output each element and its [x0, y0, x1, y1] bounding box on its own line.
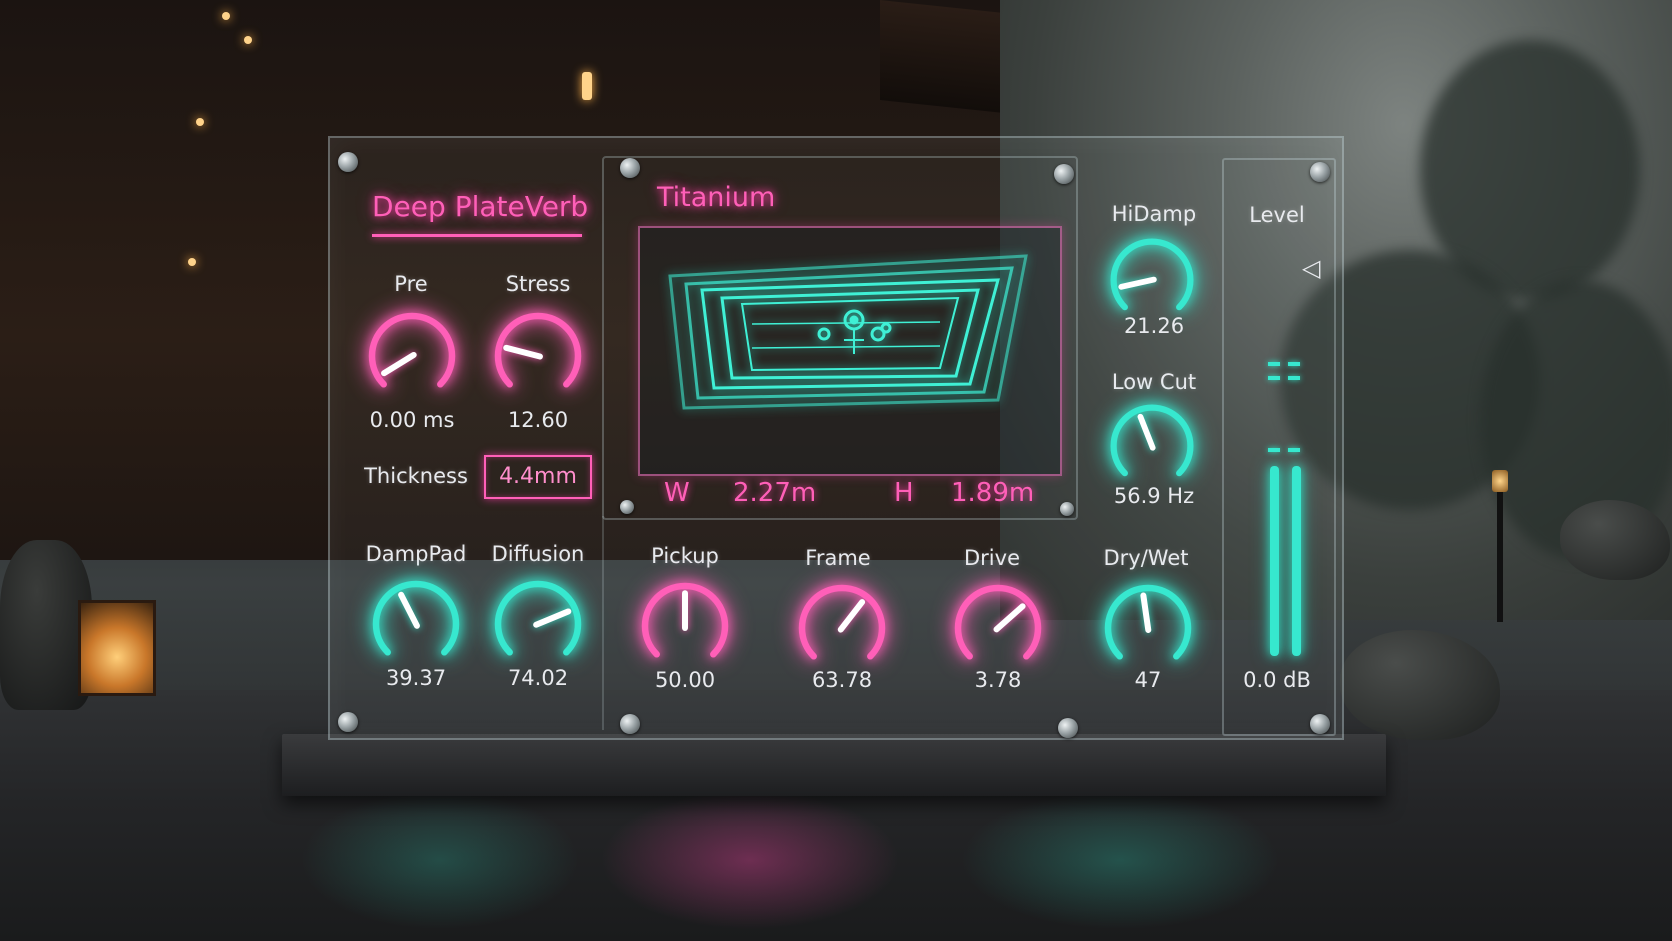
plugin-title: Deep PlateVerb — [372, 190, 589, 223]
damppad-knob[interactable] — [366, 574, 466, 674]
meter-tick — [1268, 362, 1280, 366]
knob-pointer — [837, 599, 866, 633]
meter-tick — [1288, 362, 1300, 366]
knob-pointer — [1118, 276, 1157, 290]
material-selector[interactable]: Titanium — [657, 182, 775, 213]
lantern — [78, 600, 156, 696]
knob-pointer — [533, 608, 572, 628]
frame-knob[interactable] — [792, 578, 892, 678]
knob-pointer — [1140, 592, 1152, 633]
level-meter-right — [1292, 466, 1301, 656]
knob-graphic — [641, 582, 729, 658]
lowcut-value: 56.9 Hz — [1113, 484, 1195, 508]
knob-graphic — [494, 312, 582, 388]
stress-value: 12.60 — [507, 408, 569, 432]
drywet-label: Dry/Wet — [1103, 546, 1189, 570]
height-value[interactable]: 1.89m — [951, 478, 1034, 508]
knob-graphic — [954, 584, 1042, 660]
screw-icon — [338, 152, 358, 172]
teal-reflection — [960, 790, 1280, 930]
width-value[interactable]: 2.27m — [733, 478, 816, 508]
meter-tick — [1288, 448, 1300, 452]
knob-graphic — [372, 580, 460, 656]
drywet-knob[interactable] — [1098, 578, 1198, 678]
damppad-value: 39.37 — [385, 666, 447, 690]
knob-ring — [954, 584, 1042, 660]
triangle-left-icon[interactable]: ◁ — [1302, 254, 1320, 282]
meter-tick — [1288, 376, 1300, 380]
height-label: H — [894, 478, 914, 508]
lowcut-label: Low Cut — [1111, 370, 1197, 394]
diffusion-knob[interactable] — [488, 574, 588, 674]
screw-icon — [1310, 714, 1330, 734]
ceiling-light — [222, 12, 230, 20]
damppad-label: DampPad — [365, 542, 467, 566]
teal-reflection — [300, 790, 580, 930]
frame-value: 63.78 — [811, 668, 873, 692]
title-underline — [372, 234, 582, 237]
plate-shape — [668, 254, 1028, 410]
knob-pointer — [1137, 413, 1156, 451]
knob-pointer — [503, 344, 543, 360]
frame-label: Frame — [805, 546, 871, 570]
drive-knob[interactable] — [948, 578, 1048, 678]
level-value: 0.0 dB — [1243, 668, 1311, 692]
diffusion-label: Diffusion — [491, 542, 585, 566]
lowcut-knob[interactable] — [1104, 398, 1200, 494]
screw-icon — [1060, 502, 1074, 516]
thickness-field[interactable]: 4.4mm — [484, 455, 592, 499]
pickup-label: Pickup — [651, 544, 719, 568]
knob-pointer — [993, 603, 1026, 633]
knob-graphic — [798, 584, 886, 660]
drive-value: 3.78 — [974, 668, 1022, 692]
pickup-knob[interactable] — [635, 576, 735, 676]
screw-icon — [1310, 162, 1330, 182]
panel-stand — [282, 734, 1386, 796]
pre-knob[interactable] — [362, 306, 462, 406]
screw-icon — [338, 712, 358, 732]
ceiling-light — [196, 118, 204, 126]
plate-visualizer[interactable] — [638, 226, 1062, 476]
thickness-label: Thickness — [364, 464, 468, 488]
knob-ring — [494, 580, 582, 656]
stress-knob[interactable] — [488, 306, 588, 406]
pickup-value: 50.00 — [654, 668, 716, 692]
hidamp-label: HiDamp — [1111, 202, 1197, 226]
level-label: Level — [1249, 203, 1305, 227]
hidamp-value: 21.26 — [1123, 314, 1185, 338]
knob-graphic — [1110, 404, 1194, 477]
ceiling-light — [188, 258, 196, 266]
diffusion-value: 74.02 — [507, 666, 569, 690]
level-meter-left — [1270, 466, 1279, 656]
screw-icon — [1058, 718, 1078, 738]
knob-ring — [1110, 238, 1194, 311]
garden-lamp — [1492, 470, 1508, 492]
pre-value: 0.00 ms — [369, 408, 455, 432]
width-label: W — [664, 478, 690, 508]
rock — [1340, 630, 1500, 740]
ceiling-light — [244, 36, 252, 44]
drywet-value: 47 — [1134, 668, 1162, 692]
knob-ring — [798, 584, 886, 660]
screw-icon — [620, 158, 640, 178]
wall-lamp — [582, 72, 592, 100]
knob-pointer — [381, 351, 417, 377]
knob-pointer — [398, 591, 420, 629]
pre-label: Pre — [394, 272, 428, 296]
knob-graphic — [1104, 584, 1192, 660]
drive-label: Drive — [964, 546, 1020, 570]
meter-tick — [1268, 448, 1280, 452]
level-section — [1222, 158, 1336, 736]
knob-graphic — [494, 580, 582, 656]
screw-icon — [620, 714, 640, 734]
screw-icon — [1054, 164, 1074, 184]
stress-label: Stress — [505, 272, 571, 296]
pink-reflection — [600, 790, 900, 930]
screw-icon — [620, 500, 634, 514]
lamp-post — [1497, 492, 1503, 622]
meter-tick — [1268, 376, 1280, 380]
knob-graphic — [368, 312, 456, 388]
